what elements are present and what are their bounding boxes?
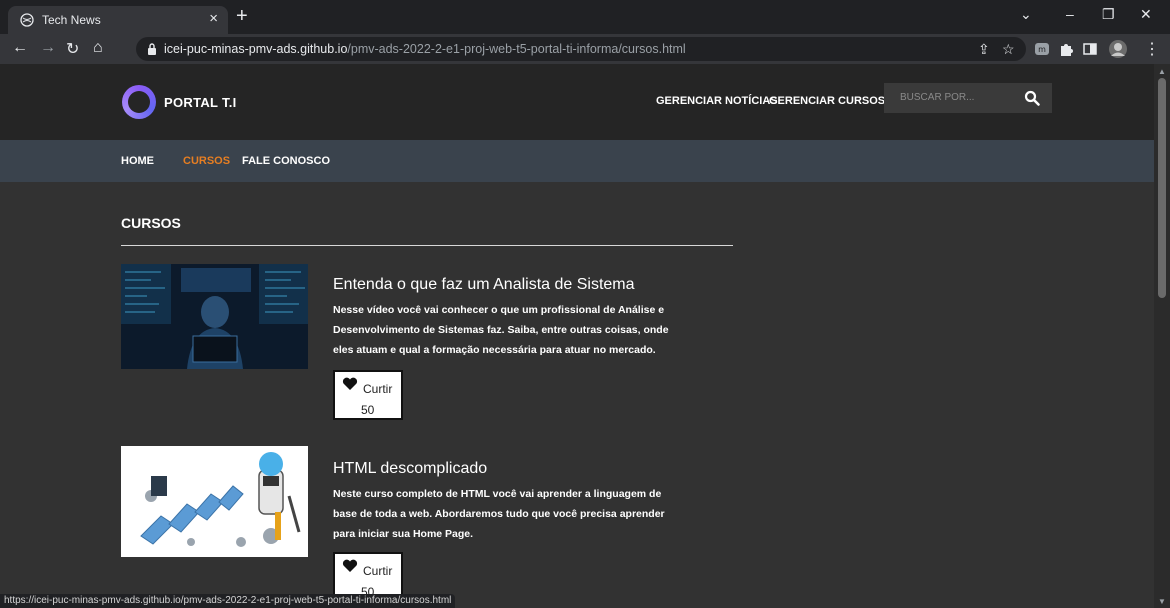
reload-icon[interactable]: ↻ bbox=[66, 39, 79, 59]
heart-icon bbox=[342, 377, 358, 390]
search-placeholder: BUSCAR POR... bbox=[900, 92, 975, 103]
tab-close-icon[interactable]: × bbox=[209, 10, 218, 27]
scroll-up-icon[interactable]: ▲ bbox=[1158, 67, 1166, 76]
like-label: Curtir bbox=[363, 564, 393, 578]
browser-window: Tech News × + ⌄ – ❐ ✕ ← → ↻ ⌂ icei-puc-m… bbox=[0, 0, 1170, 608]
minimize-icon[interactable]: – bbox=[1066, 6, 1074, 22]
extension-icon[interactable]: m bbox=[1034, 41, 1050, 57]
like-count: 50 bbox=[361, 403, 375, 417]
nav-gerenciar-cursos[interactable]: GERENCIAR CURSOS bbox=[769, 95, 885, 107]
browser-tab[interactable]: Tech News × bbox=[8, 6, 228, 34]
scrollbar-thumb[interactable] bbox=[1158, 78, 1166, 298]
scroll-down-icon[interactable]: ▼ bbox=[1158, 597, 1166, 606]
tab-strip: Tech News × + ⌄ – ❐ ✕ bbox=[0, 0, 1170, 34]
tab-search-icon[interactable]: ⌄ bbox=[1020, 6, 1032, 23]
subnav-fale-conosco[interactable]: FALE CONOSCO bbox=[242, 155, 330, 167]
site-header: PORTAL T.I GERENCIAR NOTÍCIAS GERENCIAR … bbox=[0, 64, 1154, 140]
svg-text:m: m bbox=[1038, 45, 1046, 54]
restore-icon[interactable]: ❐ bbox=[1102, 6, 1115, 23]
close-window-icon[interactable]: ✕ bbox=[1140, 6, 1152, 23]
new-tab-icon[interactable]: + bbox=[236, 5, 248, 28]
course-2-title[interactable]: HTML descomplicado bbox=[333, 460, 487, 478]
course-1-like-button[interactable]: Curtir 50 bbox=[333, 370, 403, 420]
globe-icon bbox=[20, 13, 34, 27]
avatar[interactable] bbox=[1108, 39, 1128, 59]
sub-navigation: HOME CURSOS FALE CONOSCO bbox=[0, 140, 1154, 182]
url-text: icei-puc-minas-pmv-ads.github.io/pmv-ads… bbox=[164, 42, 686, 56]
status-bar-url: https://icei-puc-minas-pmv-ads.github.io… bbox=[0, 594, 456, 608]
tab-title: Tech News bbox=[42, 13, 101, 27]
like-label: Curtir bbox=[363, 382, 393, 396]
lock-icon bbox=[148, 43, 156, 55]
browser-toolbar: ← → ↻ ⌂ icei-puc-minas-pmv-ads.github.io… bbox=[0, 34, 1170, 64]
search-icon[interactable] bbox=[1024, 90, 1040, 106]
share-icon[interactable]: ⇪ bbox=[978, 41, 990, 58]
bookmark-star-icon[interactable]: ☆ bbox=[1002, 41, 1015, 58]
puzzle-icon[interactable] bbox=[1058, 41, 1074, 57]
menu-kebab-icon[interactable]: ⋮ bbox=[1144, 39, 1160, 59]
page-viewport: PORTAL T.I GERENCIAR NOTÍCIAS GERENCIAR … bbox=[0, 64, 1154, 608]
forward-icon[interactable]: → bbox=[40, 39, 56, 57]
page-scrollbar[interactable]: ▲ ▼ bbox=[1154, 64, 1170, 608]
side-panel-icon[interactable] bbox=[1082, 41, 1098, 57]
section-title: CURSOS bbox=[121, 215, 181, 231]
nav-gerenciar-noticias[interactable]: GERENCIAR NOTÍCIAS bbox=[656, 95, 778, 107]
course-1-thumbnail[interactable] bbox=[121, 264, 308, 369]
subnav-cursos[interactable]: CURSOS bbox=[183, 155, 230, 167]
logo-ring-icon[interactable] bbox=[122, 85, 156, 119]
heart-icon bbox=[342, 559, 358, 572]
site-brand[interactable]: PORTAL T.I bbox=[164, 95, 237, 110]
search-input[interactable]: BUSCAR POR... bbox=[884, 83, 1052, 113]
course-2-description: Neste curso completo de HTML você vai ap… bbox=[333, 488, 665, 540]
course-2-thumbnail[interactable] bbox=[121, 446, 308, 557]
back-icon[interactable]: ← bbox=[12, 39, 28, 57]
address-bar[interactable]: icei-puc-minas-pmv-ads.github.io/pmv-ads… bbox=[136, 37, 1026, 61]
section-divider bbox=[121, 245, 733, 246]
course-1-title[interactable]: Entenda o que faz um Analista de Sistema bbox=[333, 276, 635, 294]
subnav-home[interactable]: HOME bbox=[121, 155, 154, 167]
home-icon[interactable]: ⌂ bbox=[93, 39, 103, 57]
course-1-description: Nesse vídeo você vai conhecer o que um p… bbox=[333, 304, 669, 356]
